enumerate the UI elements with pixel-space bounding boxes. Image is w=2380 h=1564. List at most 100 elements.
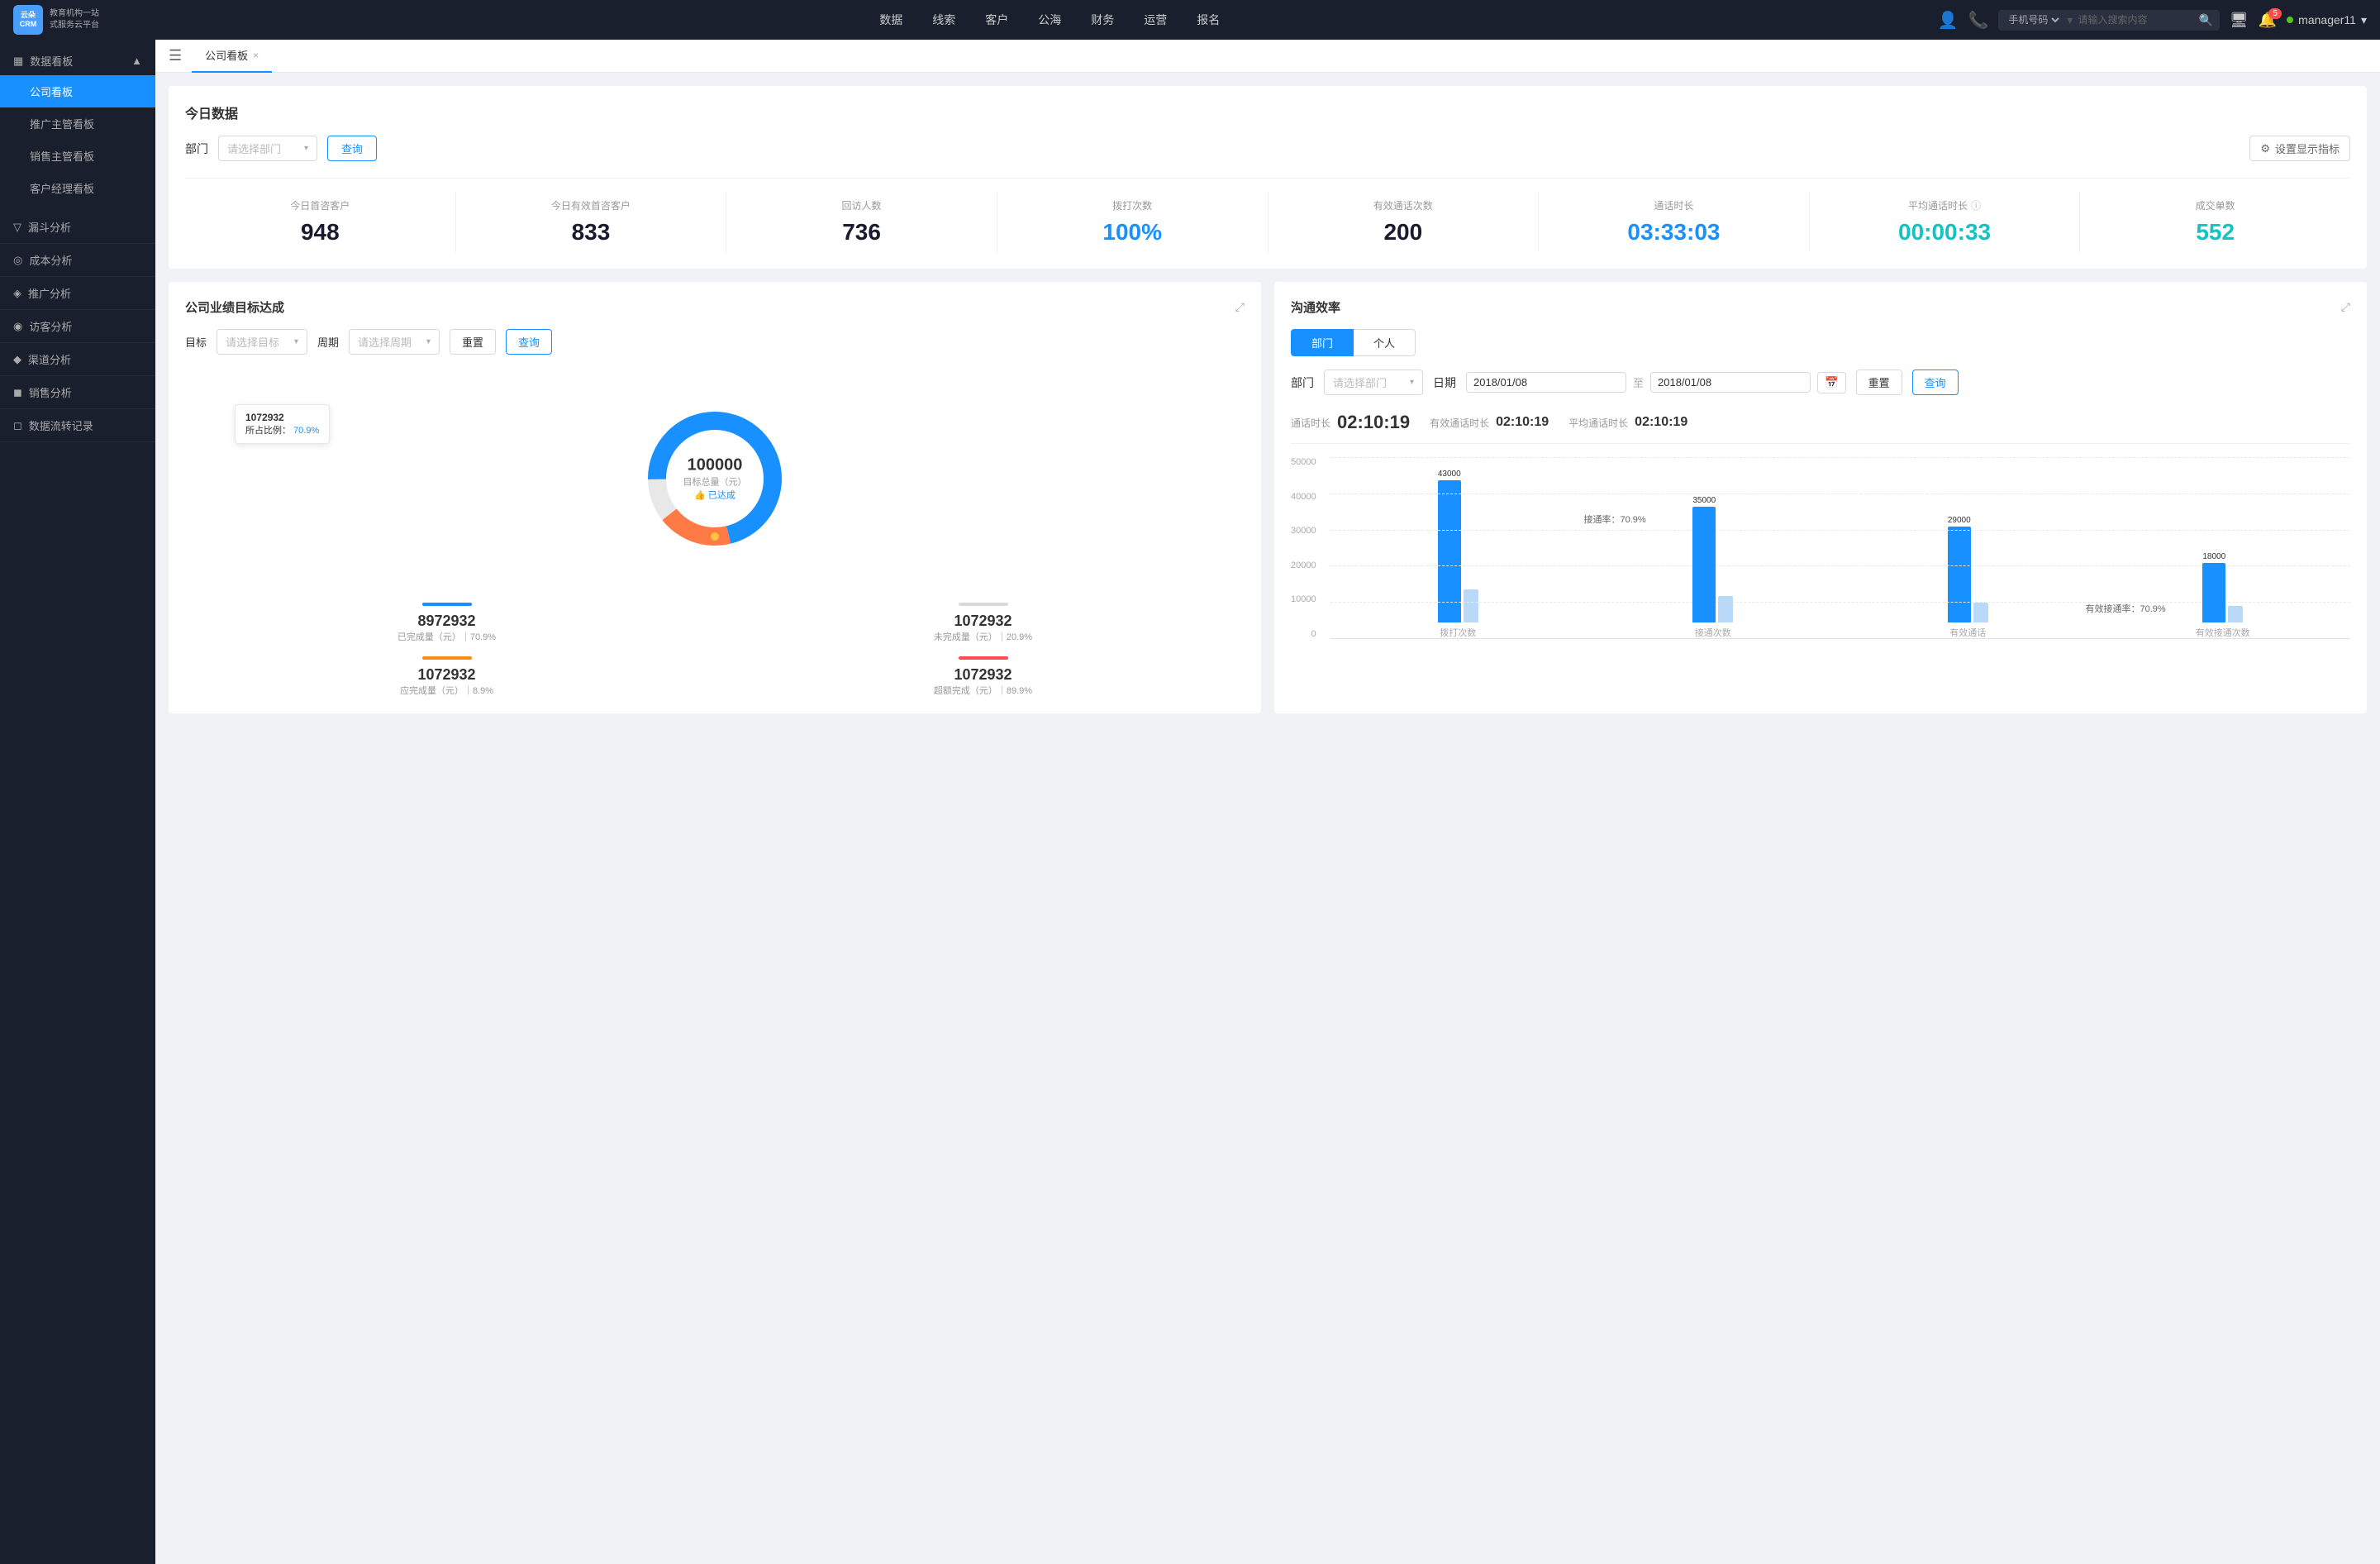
tab-btn-personal[interactable]: 个人: [1354, 329, 1416, 356]
goal-target-select[interactable]: 请选择目标 ▾: [217, 329, 307, 355]
notification-bell[interactable]: 🔔 5: [2259, 12, 2277, 29]
donut-achieved-label: 👍 已达成: [683, 489, 747, 502]
bar-light-eff-connect: [2228, 606, 2243, 622]
date-from-input[interactable]: [1466, 372, 1626, 393]
sidebar-item-company-board[interactable]: 公司看板: [0, 75, 155, 107]
calendar-button[interactable]: 📅: [1817, 372, 1846, 393]
bar-label-empty-1: [1725, 585, 1727, 594]
sidebar-item-promote-board[interactable]: 推广主管看板: [0, 107, 155, 140]
user-status-dot: [2287, 17, 2293, 23]
sidebar-item-customer-board[interactable]: 客户经理看板: [0, 172, 155, 204]
funnel-icon: ▽: [13, 221, 21, 234]
main-content: ☰ 公司看板 × 今日数据 部门 请选择部门 ▾ 查询: [155, 40, 2380, 1564]
tab-label: 公司看板: [205, 47, 248, 63]
tab-close-button[interactable]: ×: [253, 50, 259, 61]
eff-reset-button[interactable]: 重置: [1856, 370, 1902, 395]
sidebar-item-channel[interactable]: ◆ 渠道分析: [0, 343, 155, 375]
eff-query-button[interactable]: 查询: [1912, 370, 1959, 395]
bar-pair-eff-connect: 18000: [2202, 552, 2243, 622]
search-type-select[interactable]: 手机号码: [2005, 13, 2062, 26]
bar-group-connect: 接通率：70.9% 35000: [1592, 496, 1835, 639]
bar-eff-connect-main: 18000: [2202, 552, 2225, 622]
metric-value-3: 100%: [997, 219, 1268, 246]
metric-label-3: 拨打次数: [997, 198, 1268, 212]
efficiency-tab-buttons: 部门 个人: [1291, 329, 2350, 356]
dashboard-header-icon: ▦: [13, 55, 23, 68]
stat-exceed: 1072932 超额完成（元）｜89.9%: [721, 656, 1245, 697]
sidebar-item-cost[interactable]: ◎ 成本分析: [0, 244, 155, 276]
y-label-10000: 10000: [1291, 594, 1316, 604]
dept-select[interactable]: 请选择部门 ▾: [218, 136, 317, 161]
sidebar-dashboard-section: ▦ 数据看板 ▲ 公司看板 推广主管看板 销售主管看板 客户经理看板: [0, 40, 155, 211]
goal-target-placeholder: 请选择目标: [226, 334, 289, 350]
nav-item-customers[interactable]: 客户: [970, 0, 1023, 40]
date-to-input[interactable]: [1650, 372, 1811, 393]
metric-revisit: 回访人数 736: [726, 192, 997, 252]
stat-incomplete: 1072932 未完成量（元）｜20.9%: [721, 603, 1245, 643]
tab-company-board[interactable]: 公司看板 ×: [192, 40, 272, 73]
stat-desc-0: 已完成量（元）｜70.9%: [185, 630, 708, 643]
stat-desc-3: 超额完成（元）｜89.9%: [721, 684, 1245, 697]
phone-icon[interactable]: 📞: [1968, 10, 1989, 31]
user-area[interactable]: manager11 ▾: [2287, 13, 2367, 27]
bar-group-eff-connect: 有效接通率：70.9% 18000: [2102, 552, 2344, 639]
stat-value-2: 1072932: [185, 666, 708, 684]
metric-value-2: 736: [726, 219, 997, 246]
avg-info-icon: ⓘ: [1971, 198, 1981, 212]
sidebar-item-funnel[interactable]: ▽ 漏斗分析: [0, 211, 155, 243]
sidebar-item-promote[interactable]: ◈ 推广分析: [0, 277, 155, 309]
avg-label: 平均通话时长: [1568, 416, 1628, 430]
goal-period-select[interactable]: 请选择周期 ▾: [349, 329, 440, 355]
monitor-icon[interactable]: 🖥: [2230, 12, 2249, 29]
stat-value-1: 1072932: [721, 613, 1245, 630]
gridline-0: [1330, 457, 2350, 458]
donut-tooltip: 1072932 所占比例： 70.9%: [235, 404, 330, 444]
efficiency-expand-button[interactable]: ⤢: [2341, 300, 2350, 314]
goal-query-button[interactable]: 查询: [506, 329, 552, 355]
time-stats-row: 通话时长 02:10:19 有效通话时长 02:10:19 平均通话时长 02:…: [1291, 412, 2350, 444]
metric-avg-duration: 平均通话时长 ⓘ 00:00:33: [1810, 192, 2081, 252]
tooltip-value: 1072932: [245, 412, 319, 423]
nav-item-data[interactable]: 数据: [864, 0, 917, 40]
donut-center: 100000 目标总量（元） 👍 已达成: [683, 456, 747, 502]
today-data-section: 今日数据 部门 请选择部门 ▾ 查询 ⚙ 设置显示指标: [169, 86, 2367, 269]
metric-value-6: 00:00:33: [1810, 219, 2080, 246]
search-input[interactable]: [2078, 14, 2193, 26]
logo-text: 教育机构一站式服务云平台: [50, 8, 99, 31]
search-button[interactable]: 🔍: [2198, 13, 2212, 27]
top-navigation: 云朵CRM 教育机构一站式服务云平台 数据 线索 客户 公海 财务 运营 报名 …: [0, 0, 2380, 40]
data-flow-label: 数据流转记录: [29, 417, 93, 433]
metric-label-2: 回访人数: [726, 198, 997, 212]
hamburger-menu[interactable]: ☰: [169, 47, 182, 64]
search-box: 手机号码 ▾ 🔍: [1998, 10, 2219, 31]
sidebar-item-data-flow[interactable]: ◻ 数据流转记录: [0, 409, 155, 441]
effective-label: 有效通话时长: [1430, 416, 1489, 430]
promote-icon: ◈: [13, 287, 21, 300]
sidebar-item-sales[interactable]: ◼ 销售分析: [0, 376, 155, 408]
eff-dept-select[interactable]: 请选择部门 ▾: [1324, 370, 1423, 395]
bar-chart: 50000 40000 30000 20000 10000 0: [1291, 457, 2350, 672]
goal-label: 目标: [185, 334, 207, 350]
sidebar-dashboard-header[interactable]: ▦ 数据看板 ▲: [0, 46, 155, 75]
sidebar-item-visitor[interactable]: ◉ 访客分析: [0, 310, 155, 342]
goal-reset-button[interactable]: 重置: [450, 329, 496, 355]
sidebar-channel-group: ◆ 渠道分析: [0, 343, 155, 376]
nav-item-public[interactable]: 公海: [1023, 0, 1076, 40]
tab-btn-dept[interactable]: 部门: [1291, 329, 1354, 356]
sidebar-item-sales-board[interactable]: 销售主管看板: [0, 140, 155, 172]
nav-item-signup[interactable]: 报名: [1182, 0, 1235, 40]
today-query-button[interactable]: 查询: [327, 136, 377, 161]
goal-expand-button[interactable]: ⤢: [1235, 300, 1245, 314]
period-label: 周期: [317, 334, 339, 350]
nav-item-ops[interactable]: 运营: [1129, 0, 1182, 40]
dept-filter-label: 部门: [185, 141, 208, 157]
y-label-30000: 30000: [1291, 526, 1316, 536]
person-icon[interactable]: 👤: [1938, 10, 1959, 31]
bottom-panels: 公司业绩目标达成 ⤢ 目标 请选择目标 ▾ 周期 请选择周期 ▾: [169, 282, 2367, 713]
settings-button[interactable]: ⚙ 设置显示指标: [2249, 136, 2350, 161]
y-axis: 50000 40000 30000 20000 10000 0: [1291, 457, 1321, 639]
nav-item-leads[interactable]: 线索: [917, 0, 970, 40]
settings-icon: ⚙: [2260, 142, 2270, 155]
nav-item-finance[interactable]: 财务: [1076, 0, 1129, 40]
call-duration-stat: 通话时长 02:10:19: [1291, 412, 1410, 433]
